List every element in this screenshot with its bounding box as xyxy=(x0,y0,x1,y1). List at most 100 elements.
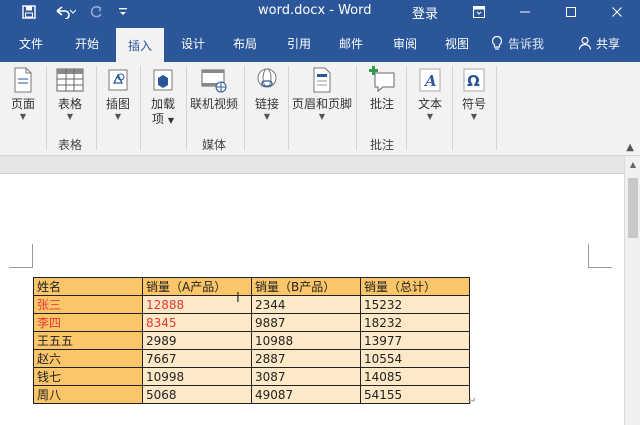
table-button[interactable]: 表格 ▼ xyxy=(52,66,88,122)
value-cell[interactable]: 49087 xyxy=(251,385,361,404)
group-label-table: 表格 xyxy=(58,138,83,152)
name-cell[interactable]: 王五五 xyxy=(33,331,143,350)
svg-text:A: A xyxy=(423,72,437,90)
value-cell[interactable]: 9887 xyxy=(251,313,361,332)
tab-insert[interactable]: 插入 xyxy=(116,28,164,62)
value-cell[interactable]: 18232 xyxy=(360,313,470,332)
chevron-down-icon: ▼ xyxy=(470,112,478,121)
text-cursor-icon: I xyxy=(236,291,240,306)
pages-button[interactable]: 页面 ▼ xyxy=(6,66,40,122)
sales-table[interactable]: 姓名 销量（A产品） 销量（B产品） 销量（总计） 张三 12888 2344 … xyxy=(33,277,470,404)
symbol-button[interactable]: Ω 符号 ▼ xyxy=(456,66,492,122)
header-cell[interactable]: 销量（B产品） xyxy=(251,277,361,296)
minimize-icon[interactable] xyxy=(502,0,548,24)
text-label: 文本 xyxy=(417,97,442,111)
name-cell[interactable]: 张三 xyxy=(33,295,143,314)
value-cell[interactable]: 7667 xyxy=(142,349,252,368)
header-cell[interactable]: 姓名 xyxy=(33,277,143,296)
save-icon[interactable] xyxy=(18,0,40,24)
value-cell[interactable]: 2887 xyxy=(251,349,361,368)
value-cell[interactable]: 10988 xyxy=(251,331,361,350)
tab-home[interactable]: 开始 xyxy=(62,24,112,62)
table-row: 王五五 2989 10988 13977 xyxy=(33,331,470,350)
share-button[interactable]: 共享 xyxy=(568,24,630,62)
close-icon[interactable] xyxy=(594,0,640,24)
scroll-thumb[interactable] xyxy=(628,178,638,238)
header-footer-label: 页眉和页脚 xyxy=(291,97,352,111)
tell-me-box[interactable]: 告诉我 xyxy=(490,24,560,62)
comment-icon xyxy=(369,66,395,93)
value-cell[interactable]: 5068 xyxy=(142,385,252,404)
value-cell[interactable]: 10998 xyxy=(142,367,252,386)
ribbon-insert: 页面 ▼ 表格 ▼ 表格 插图 ▼ 加载 项 ▼ 联机视频 媒体 链接 ▼ 页眉… xyxy=(0,62,640,156)
margin-corner-left xyxy=(9,244,33,268)
customize-icon[interactable] xyxy=(116,0,130,24)
chevron-down-icon: ▼ xyxy=(66,112,74,121)
title-bar: word.docx - Word 登录 xyxy=(0,0,640,24)
value-cell[interactable]: 15232 xyxy=(360,295,470,314)
text-icon: A xyxy=(419,68,441,92)
online-video-button[interactable]: 联机视频 xyxy=(188,66,240,112)
maximize-icon[interactable] xyxy=(548,0,594,24)
page-icon xyxy=(14,67,32,93)
pages-label: 页面 xyxy=(10,97,35,111)
group-divider xyxy=(452,66,453,150)
table-label: 表格 xyxy=(57,97,82,111)
group-divider xyxy=(46,66,47,150)
name-cell[interactable]: 李四 xyxy=(33,313,143,332)
redo-icon[interactable] xyxy=(86,0,106,24)
addins-label-1: 加载 xyxy=(150,97,175,111)
group-divider xyxy=(244,66,245,150)
person-icon xyxy=(578,36,592,50)
value-cell[interactable]: 2344 xyxy=(251,295,361,314)
shapes-icon xyxy=(108,69,128,91)
video-icon xyxy=(201,69,227,93)
tab-view[interactable]: 视图 xyxy=(434,24,480,62)
ribbon-display-icon[interactable] xyxy=(456,0,502,24)
addins-button[interactable]: 加载 项 ▼ xyxy=(144,66,182,128)
undo-icon[interactable] xyxy=(50,0,80,24)
value-cell[interactable]: 8345 xyxy=(142,313,252,332)
login-button[interactable]: 登录 xyxy=(412,3,438,22)
tab-review[interactable]: 审阅 xyxy=(382,24,428,62)
chevron-down-icon: ▼ xyxy=(19,112,27,121)
lightbulb-icon xyxy=(491,35,503,50)
chevron-down-icon: ▼ xyxy=(318,112,326,121)
tell-me-label: 告诉我 xyxy=(508,36,545,51)
share-label: 共享 xyxy=(595,36,620,51)
value-cell[interactable]: 13977 xyxy=(360,331,470,350)
text-button[interactable]: A 文本 ▼ xyxy=(412,66,448,122)
comment-button[interactable]: 批注 xyxy=(362,66,402,112)
table-row: 周八 5068 49087 54155 xyxy=(33,385,470,404)
tab-design[interactable]: 设计 xyxy=(170,24,216,62)
name-cell[interactable]: 钱七 xyxy=(33,367,143,386)
link-icon xyxy=(257,68,277,88)
comment-label: 批注 xyxy=(369,97,394,111)
value-cell[interactable]: 54155 xyxy=(360,385,470,404)
name-cell[interactable]: 周八 xyxy=(33,385,143,404)
value-cell[interactable]: 2989 xyxy=(142,331,252,350)
header-footer-button[interactable]: 页眉和页脚 ▼ xyxy=(290,66,354,122)
value-cell[interactable]: 14085 xyxy=(360,367,470,386)
value-cell[interactable]: 10554 xyxy=(360,349,470,368)
table-row: 钱七 10998 3087 14085 xyxy=(33,367,470,386)
svg-text:Ω: Ω xyxy=(467,72,480,90)
name-cell[interactable]: 赵六 xyxy=(33,349,143,368)
tab-file[interactable]: 文件 xyxy=(8,24,54,62)
window-title: word.docx - Word xyxy=(258,3,372,18)
symbol-label: 符号 xyxy=(461,97,486,111)
scroll-up-icon[interactable]: ▲ xyxy=(625,156,640,172)
vertical-scrollbar[interactable]: ▲ xyxy=(624,156,640,425)
illustrations-button[interactable]: 插图 ▼ xyxy=(101,66,135,122)
value-cell[interactable]: 3087 xyxy=(251,367,361,386)
collapse-ribbon-icon[interactable]: ▲ xyxy=(626,142,634,153)
header-cell[interactable]: 销量（总计） xyxy=(360,277,470,296)
online-video-label: 联机视频 xyxy=(189,97,238,111)
links-button[interactable]: 链接 ▼ xyxy=(250,66,284,122)
tab-layout[interactable]: 布局 xyxy=(222,24,268,62)
tab-references[interactable]: 引用 xyxy=(276,24,322,62)
table-icon xyxy=(56,68,84,92)
tab-mailings[interactable]: 邮件 xyxy=(328,24,374,62)
group-divider xyxy=(356,66,357,150)
links-label: 链接 xyxy=(254,97,279,111)
